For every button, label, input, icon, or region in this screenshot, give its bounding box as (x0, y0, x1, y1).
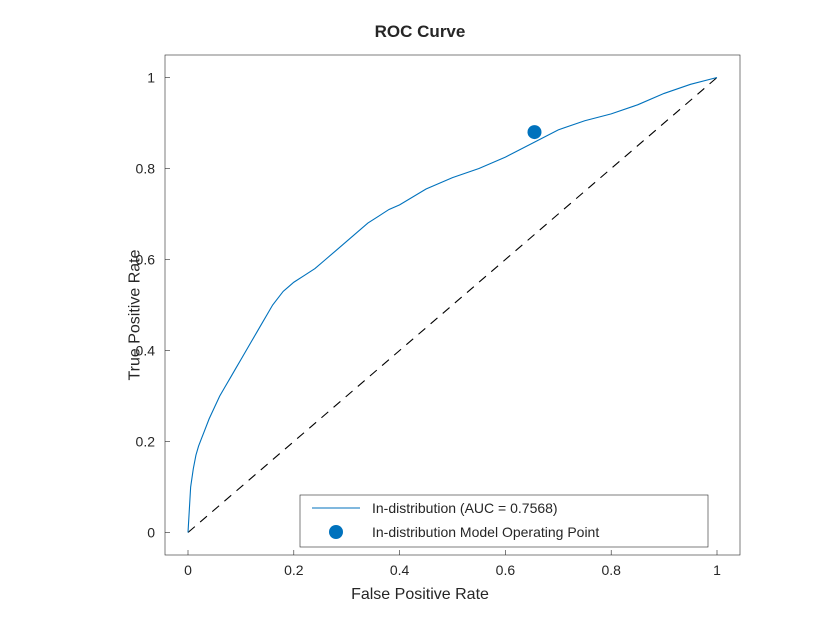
x-tick-label: 0.6 (496, 562, 516, 578)
x-tick-label: 0 (184, 562, 192, 578)
legend: In-distribution (AUC = 0.7568) In-distri… (300, 495, 708, 547)
legend-entry-op: In-distribution Model Operating Point (372, 524, 599, 540)
figure: ROC Curve True Positive Rate False Posit… (0, 0, 840, 630)
axes: In-distribution (AUC = 0.7568) In-distri… (0, 0, 840, 630)
random-classifier-line (188, 78, 717, 533)
x-tick-label: 0.8 (601, 562, 621, 578)
x-tick-label: 0.2 (284, 562, 304, 578)
y-tick-label: 0.2 (136, 434, 156, 450)
y-tick-label: 0.8 (136, 161, 156, 177)
x-ticks (188, 550, 717, 555)
y-tick-label: 0 (147, 525, 155, 541)
x-tick-label: 0.4 (390, 562, 410, 578)
y-tick-labels: 0 0.2 0.4 0.6 0.8 1 (136, 70, 156, 541)
y-tick-label: 0.4 (136, 343, 156, 359)
y-tick-label: 1 (147, 70, 155, 86)
y-ticks (165, 78, 170, 533)
legend-marker-icon (329, 525, 343, 539)
plot-box (165, 55, 740, 555)
operating-point-marker (527, 125, 541, 139)
y-tick-label: 0.6 (136, 252, 156, 268)
x-tick-labels: 0 0.2 0.4 0.6 0.8 1 (184, 562, 721, 578)
legend-entry-roc: In-distribution (AUC = 0.7568) (372, 500, 558, 516)
x-tick-label: 1 (713, 562, 721, 578)
